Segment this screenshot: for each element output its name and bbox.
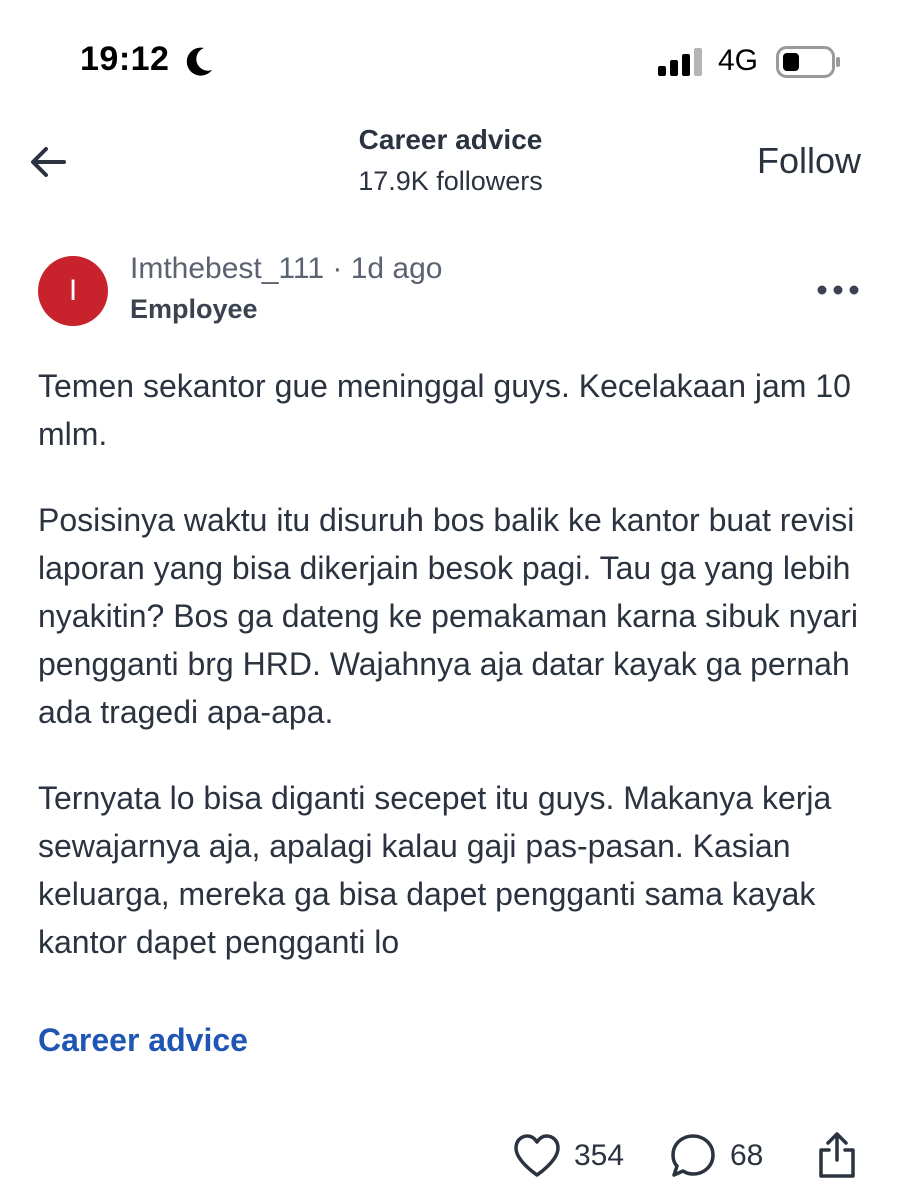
comment-button[interactable]: 68 — [668, 1126, 763, 1186]
comment-count: 68 — [730, 1139, 764, 1172]
comment-icon — [671, 1134, 715, 1177]
post-time: 1d ago — [350, 252, 443, 285]
follow-button[interactable]: Follow — [757, 140, 861, 182]
more-options-icon[interactable] — [816, 280, 860, 300]
status-time: 19:12 — [80, 40, 170, 78]
header: Career advice 17.9K followers Follow — [0, 110, 901, 220]
heart-icon — [514, 1134, 560, 1177]
status-bar: 19:12 4G — [0, 0, 901, 120]
moon-icon — [186, 47, 212, 76]
network-label: 4G — [718, 44, 759, 77]
post-actions: 354 68 — [0, 1126, 901, 1186]
like-button[interactable]: 354 — [512, 1126, 624, 1186]
post-paragraph: Posisinya waktu itu disuruh bos balik ke… — [38, 502, 859, 730]
share-icon[interactable] — [812, 1130, 862, 1180]
post-paragraph: Temen sekantor gue meninggal guys. Kecel… — [38, 368, 851, 452]
author-meta: Imthebest_111 · 1d ago — [130, 252, 442, 286]
post-paragraph: Ternyata lo bisa diganti secepet itu guy… — [38, 780, 832, 960]
avatar[interactable]: I — [38, 256, 108, 326]
post-screen: 19:12 4G Career advice 17.9K followers F… — [0, 0, 901, 1200]
post-author: I Imthebest_111 · 1d ago Employee — [38, 250, 868, 330]
battery-icon — [776, 46, 840, 78]
like-count: 354 — [574, 1139, 625, 1172]
post-body: Temen sekantor gue meninggal guys. Kecel… — [38, 362, 868, 1004]
author-name[interactable]: Imthebest_111 — [130, 252, 324, 285]
author-role: Employee — [130, 294, 258, 324]
signal-icon — [658, 48, 702, 76]
topic-link[interactable]: Career advice — [38, 1022, 248, 1059]
meta-separator: · — [324, 252, 351, 285]
